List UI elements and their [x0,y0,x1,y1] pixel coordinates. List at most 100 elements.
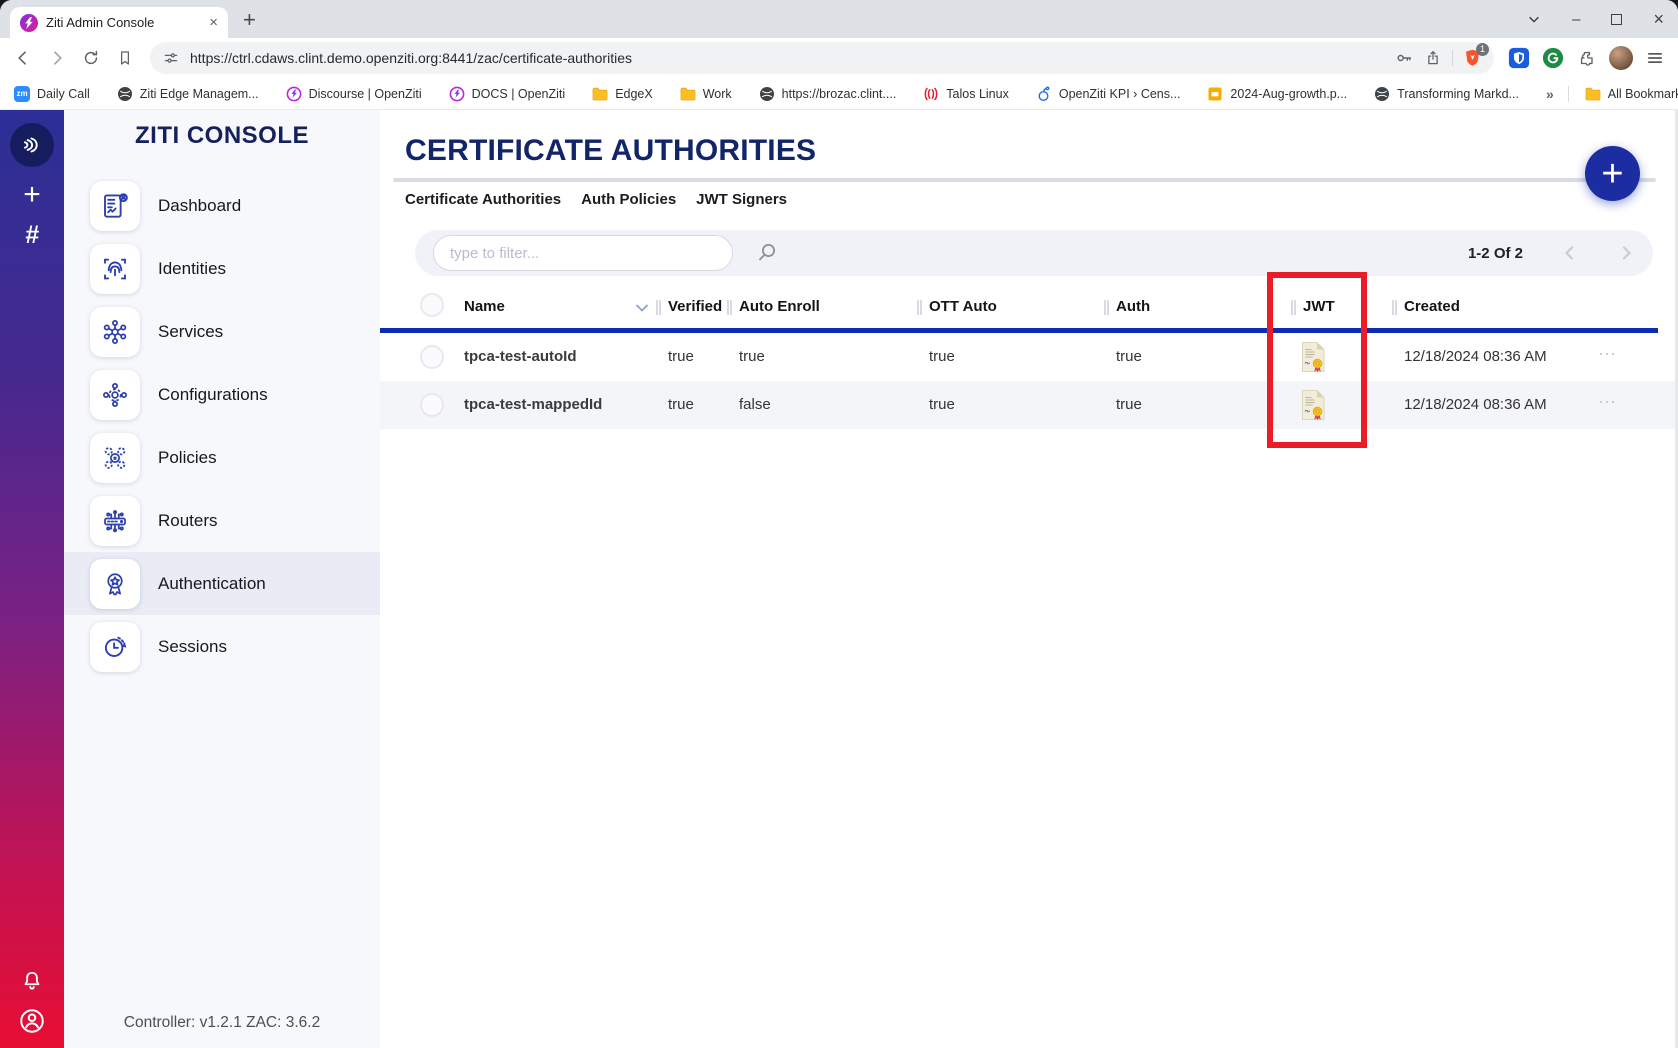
browser-menu-icon[interactable] [1642,45,1668,71]
profile-avatar[interactable] [1608,45,1634,71]
bookmarks-overflow-icon[interactable]: » [1546,86,1552,102]
select-all-checkbox[interactable] [420,293,444,317]
grammarly-extension-icon[interactable] [1540,45,1566,71]
tab-auth-policies[interactable]: Auth Policies [581,191,676,208]
forward-button[interactable] [44,45,70,71]
rail-hash-button[interactable]: # [25,223,39,248]
sidebar-item-authentication[interactable]: Authentication [64,552,380,615]
site-settings-icon[interactable] [162,49,180,67]
filter-input[interactable] [433,235,733,271]
col-ott-auto[interactable]: OTT Auto [929,298,997,315]
openziti-favicon-icon [20,14,38,32]
tab-strip: Ziti Admin Console × + – × [0,0,1678,38]
row-ott-auto: true [929,396,955,413]
browser-tab[interactable]: Ziti Admin Console × [10,7,228,38]
row-name[interactable]: tpca-test-mappedId [464,396,602,413]
sidebar-item-identities[interactable]: Identities [64,237,380,300]
app-title: ZITI CONSOLE [64,122,380,150]
window-close-button[interactable]: × [1653,10,1664,28]
shield-badge: 1 [1476,43,1489,56]
col-auth[interactable]: Auth [1116,298,1150,315]
sidebar-item-policies[interactable]: Policies [64,426,380,489]
row-created: 12/18/2024 08:36 AM [1404,348,1547,365]
filter-bar: 1-2 Of 2 [415,230,1653,276]
bookmark-work[interactable]: Work [680,86,732,102]
talos-icon [923,86,939,102]
col-verified[interactable]: Verified [668,298,722,315]
main-content: CERTIFICATE AUTHORITIES + Certificate Au… [380,110,1678,1048]
bitwarden-extension-icon[interactable] [1506,45,1532,71]
row-checkbox[interactable] [420,345,444,369]
col-name[interactable]: Name [464,298,505,315]
browser-toolbar: https://ctrl.cdaws.clint.demo.openziti.o… [0,38,1678,78]
add-certificate-authority-button[interactable]: + [1585,146,1640,201]
bookmark-icon[interactable] [112,45,138,71]
tab-search-chevron-icon[interactable] [1527,12,1541,26]
jwt-certificate-icon[interactable] [1300,389,1326,421]
openziti-icon [449,86,465,102]
sidebar-item-dashboard[interactable]: Dashboard [64,174,380,237]
back-button[interactable] [10,45,36,71]
version-footer: Controller: v1.2.1 ZAC: 3.6.2 [64,1014,380,1032]
bookmark-ziti-edge[interactable]: Ziti Edge Managem... [117,86,259,102]
tab-close-icon[interactable]: × [209,15,218,30]
previous-page-icon[interactable] [1561,244,1579,262]
policies-gears-icon [90,433,140,483]
sessions-clock-icon [90,622,140,672]
rail-add-button[interactable]: + [23,180,41,210]
bookmark-daily-call[interactable]: zm Daily Call [14,86,90,102]
next-page-icon[interactable] [1617,244,1635,262]
row-menu-icon[interactable]: ⋯ [1598,344,1618,365]
notifications-bell-icon[interactable] [19,968,45,994]
extensions-puzzle-icon[interactable] [1574,45,1600,71]
col-auto-enroll[interactable]: Auto Enroll [739,298,820,315]
bookmark-transforming-markdown[interactable]: Transforming Markd... [1374,86,1519,102]
bookmark-edgex[interactable]: EdgeX [592,86,653,102]
account-icon[interactable] [17,1006,47,1036]
window-maximize-button[interactable] [1611,14,1622,25]
sidebar-item-routers[interactable]: Routers [64,489,380,552]
bookmark-talos-linux[interactable]: Talos Linux [923,86,1009,102]
url-text[interactable]: https://ctrl.cdaws.clint.demo.openziti.o… [190,50,632,66]
url-bar[interactable]: https://ctrl.cdaws.clint.demo.openziti.o… [150,42,1494,74]
tab-certificate-authorities[interactable]: Certificate Authorities [405,191,561,208]
jwt-certificate-icon[interactable] [1300,341,1326,373]
row-auth: true [1116,348,1142,365]
bookmark-2024-aug-growth[interactable]: 2024-Aug-growth.p... [1207,86,1347,102]
table-row[interactable]: tpca-test-autoId true true true true [380,333,1678,381]
row-auto-enroll: false [739,396,771,413]
bookmark-openziti-kpi[interactable]: OpenZiti KPI › Cens... [1036,86,1181,102]
row-checkbox[interactable] [420,393,444,417]
bookmark-docs-openziti[interactable]: DOCS | OpenZiti [449,86,566,102]
table-header: Name Verified Auto Enroll OTT Auto Auth … [380,290,1678,328]
password-key-icon[interactable] [1394,48,1414,68]
window-minimize-button[interactable]: – [1572,12,1580,27]
row-menu-icon[interactable]: ⋯ [1598,392,1618,413]
reload-button[interactable] [78,45,104,71]
sidebar-item-configurations[interactable]: Configurations [64,363,380,426]
sidebar-item-sessions[interactable]: Sessions [64,615,380,678]
search-icon[interactable] [755,241,779,265]
all-bookmarks[interactable]: All Bookmarks [1585,86,1678,102]
bookmark-brozac[interactable]: https://brozac.clint.... [759,86,897,102]
new-tab-button[interactable]: + [243,7,256,33]
routers-icon [90,496,140,546]
row-auth: true [1116,396,1142,413]
share-icon[interactable] [1424,49,1442,67]
page-title: CERTIFICATE AUTHORITIES [405,134,1678,168]
tab-jwt-signers[interactable]: JWT Signers [696,191,787,208]
col-jwt[interactable]: JWT [1303,298,1335,315]
bookmark-discourse-openziti[interactable]: Discourse | OpenZiti [286,86,422,102]
ca-table: Name Verified Auto Enroll OTT Auto Auth … [380,290,1678,429]
section-tabs: Certificate Authorities Auth Policies JW… [405,191,1678,208]
sort-chevron-icon[interactable] [635,303,649,313]
browser-window: Ziti Admin Console × + – × [0,0,1678,1048]
netfoundry-logo-icon[interactable] [10,123,54,167]
sidebar-item-services[interactable]: Services [64,300,380,363]
brave-shield-icon[interactable]: 1 [1463,48,1482,69]
droplet-icon [1036,86,1052,102]
table-row[interactable]: tpca-test-mappedId true false true true [380,381,1678,429]
col-created[interactable]: Created [1404,298,1460,315]
services-network-icon [90,307,140,357]
row-name[interactable]: tpca-test-autoId [464,348,577,365]
